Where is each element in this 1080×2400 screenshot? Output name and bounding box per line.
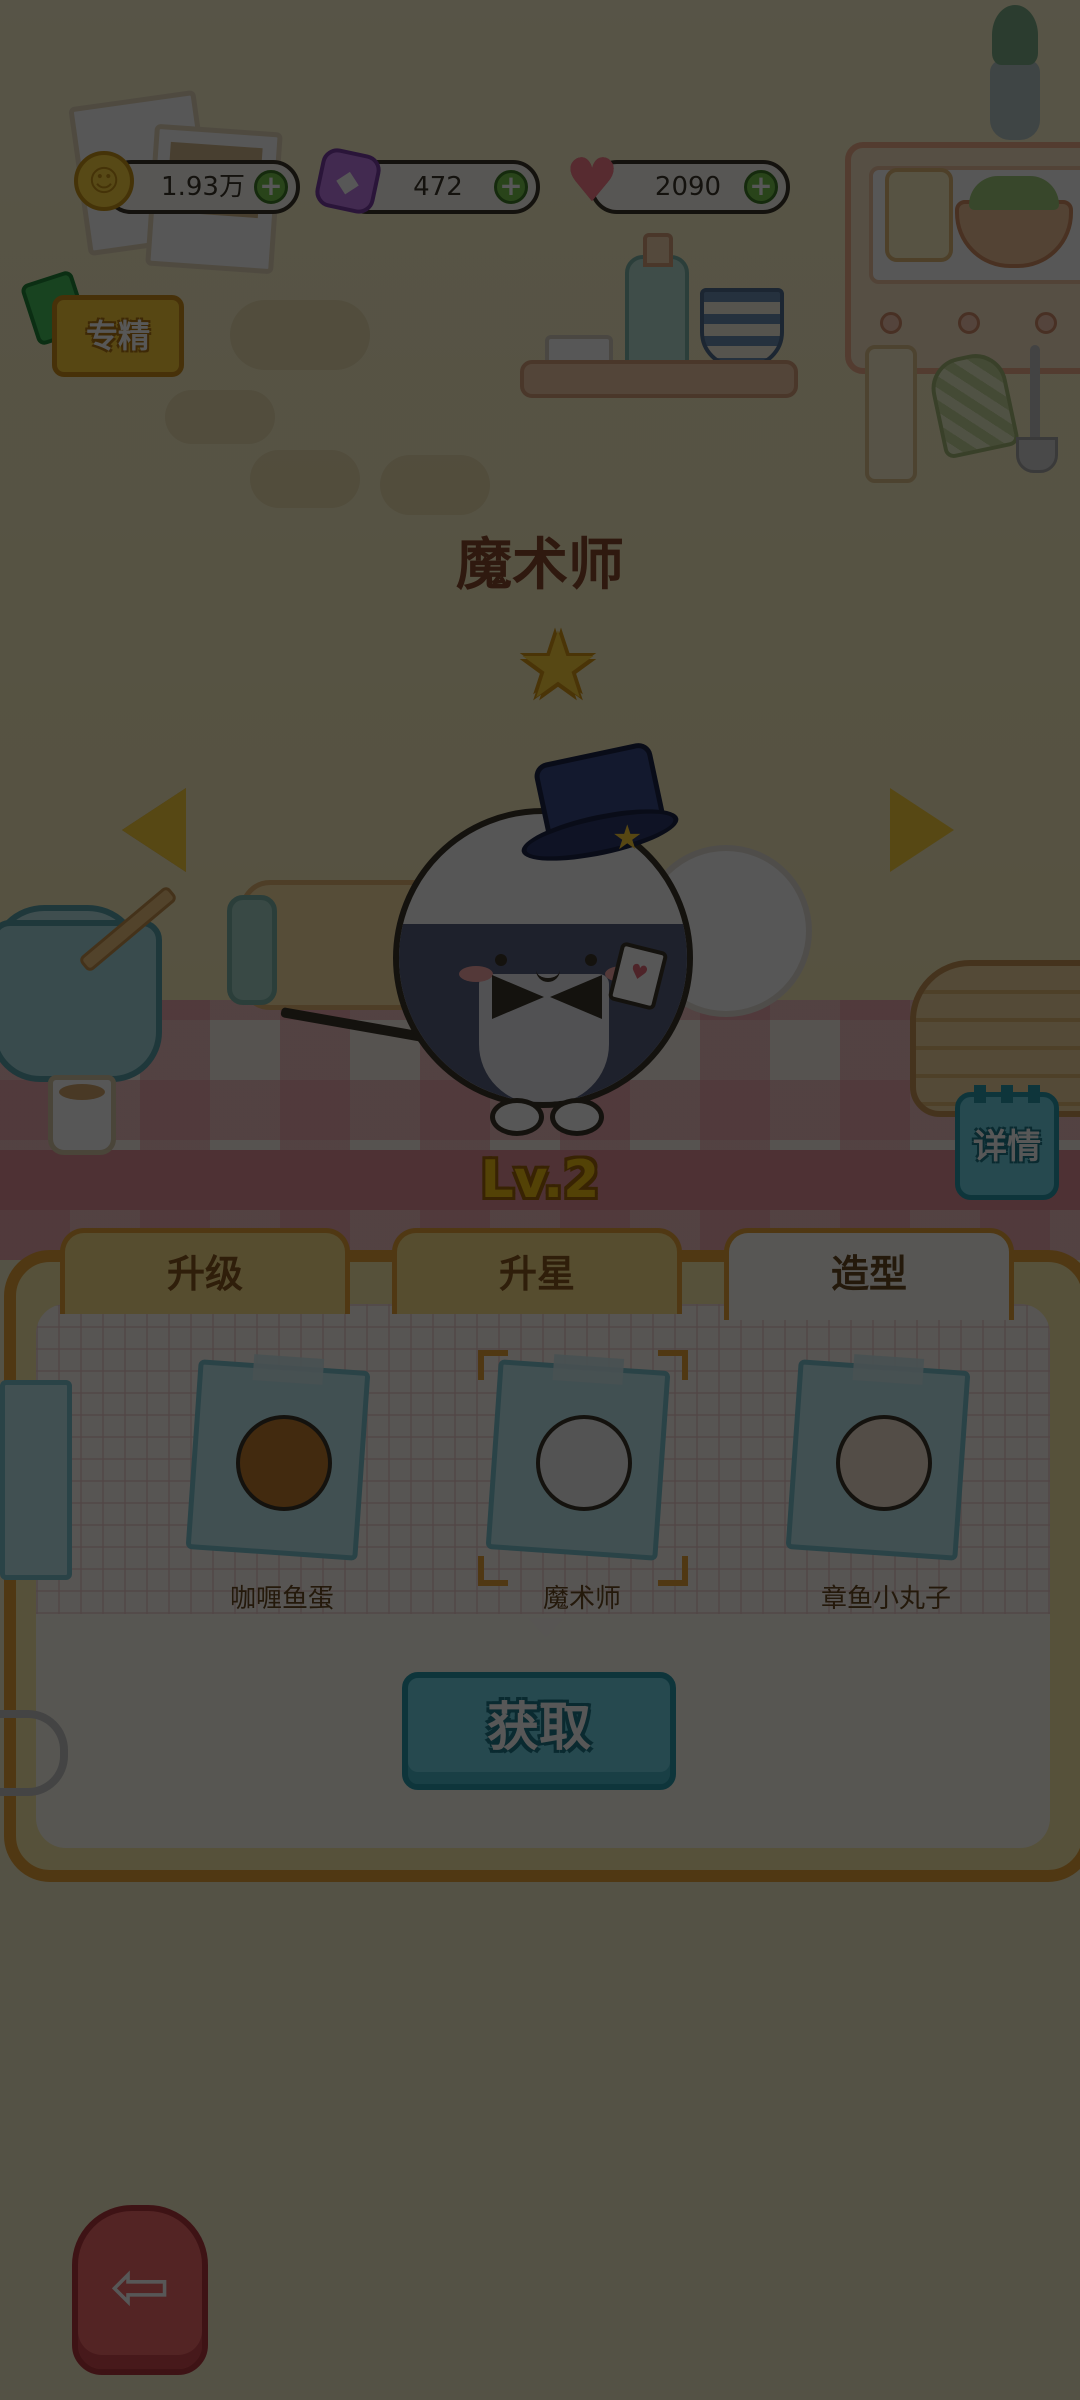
skin-name: 咖喱鱼蛋 (229, 1584, 334, 1614)
star-icon: ★ (516, 612, 600, 719)
ladle-decor (1016, 345, 1058, 473)
coin-icon: ☺ (74, 151, 134, 211)
hook-decor (958, 312, 980, 334)
gem-value: 472 (413, 172, 463, 202)
skin-card-magician[interactable] (485, 1359, 671, 1563)
tab-upgrade[interactable]: 升级 (60, 1228, 350, 1314)
add-coins-button[interactable]: + (254, 170, 288, 204)
character-eye (585, 954, 597, 966)
character-foot (490, 1098, 544, 1136)
decor-cloud (165, 390, 275, 444)
hook-decor (1035, 312, 1057, 334)
selection-corner (658, 1350, 688, 1380)
hook-decor (880, 312, 902, 334)
tab-star-up[interactable]: 升星 (392, 1228, 682, 1314)
pot-decor (0, 920, 162, 1082)
magician-avatar (536, 1415, 632, 1511)
add-hearts-button[interactable]: + (744, 170, 778, 204)
tab-appearance[interactable]: 造型 (724, 1228, 1014, 1320)
towel-decor (865, 345, 917, 483)
character-blush (459, 966, 493, 982)
selection-corner (478, 1350, 508, 1380)
skin-name: 章鱼小丸子 (820, 1584, 951, 1614)
skin-name: 魔术师 (542, 1584, 621, 1614)
add-gems-button[interactable]: + (494, 170, 528, 204)
decor-cloud (380, 455, 490, 515)
jar-decor (885, 168, 953, 262)
specialty-button[interactable]: 专精 (52, 295, 184, 377)
wall-shelf (520, 360, 798, 398)
plant-decor (990, 5, 1040, 140)
selection-pointer (528, 1618, 564, 1638)
decor-cloud (250, 450, 360, 508)
exit-button[interactable]: ⇦ (72, 2205, 208, 2375)
coin-value: 1.93万 (161, 172, 245, 202)
hat-star-icon: ★ (612, 818, 643, 858)
heart-value: 2090 (654, 172, 722, 202)
character-foot (550, 1098, 604, 1136)
details-button[interactable]: 详情 (955, 1085, 1059, 1200)
character-name: 魔术师 (456, 533, 624, 598)
takoyaki-avatar (836, 1415, 932, 1511)
character-level: Lv.2 (480, 1150, 600, 1210)
skin-card-curry-fishball[interactable] (185, 1359, 371, 1563)
game-scene: 1.93万 + ☺ 472 + ◆ 2090 + ♥ 专精 魔术师 ★ ★ ♥ … (0, 0, 1080, 2400)
partial-skin-card (0, 1380, 72, 1580)
heart-icon: ♥ (565, 146, 619, 216)
prev-character-button[interactable] (122, 788, 186, 872)
curry-fishball-avatar (236, 1415, 332, 1511)
bowls-decor (700, 288, 784, 368)
next-character-button[interactable] (890, 788, 954, 872)
get-skin-button[interactable]: 获取 (402, 1672, 676, 1790)
bowtie (492, 975, 602, 1019)
mug-decor (48, 1075, 116, 1155)
skin-card-takoyaki[interactable] (785, 1359, 971, 1563)
bottle-decor (625, 233, 689, 373)
decor-cloud (230, 300, 370, 370)
exit-arrow-icon: ⇦ (109, 2244, 171, 2328)
character-eye (495, 954, 507, 966)
